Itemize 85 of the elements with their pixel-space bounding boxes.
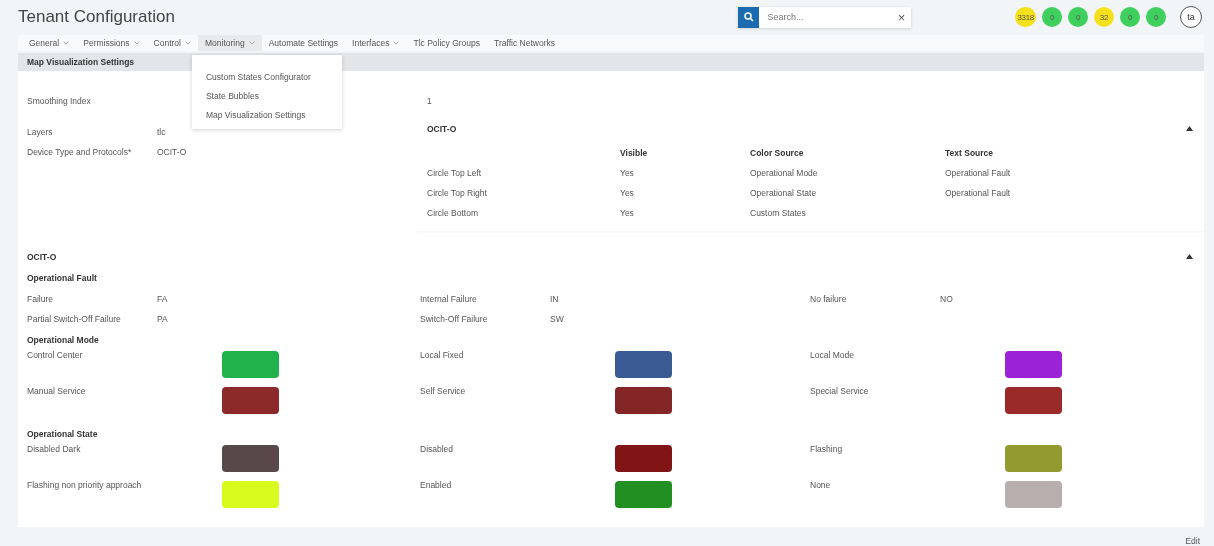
table-cell-text: Operational State [750,187,818,198]
nav-tab[interactable]: General [22,34,77,51]
clear-button[interactable]: × [891,9,912,25]
color-label: Local Mode [810,348,855,362]
color-label: Enabled [420,478,453,492]
code-label: Partial Switch-Off Failure [27,313,122,324]
panel-title: Map Visualization Settings [18,52,1204,71]
nav-tab[interactable]: Interfaces [345,34,407,51]
table-cell-text: Circle Top Right [427,187,488,198]
group-title: Operational Mode [27,334,99,345]
field-value: OCIT-O [157,146,187,157]
code-value: NO [940,293,953,304]
section-title: OCIT-O [27,251,57,262]
color-swatch[interactable] [615,386,672,414]
status-badge[interactable]: 0 [1068,7,1088,28]
table-cell-text: Custom States [750,207,807,218]
color-swatch[interactable] [222,386,279,414]
table-cell-text: Operational Fault [945,167,1012,178]
code-label: Failure [27,293,54,304]
column-header: Visible [620,147,649,158]
color-label: Control Center [27,348,84,362]
page-title: Tenant Configuration [18,7,176,28]
color-swatch[interactable] [1005,444,1062,472]
field-value: tlc [157,126,166,137]
nav-tab[interactable]: Monitoring [197,34,262,51]
code-label: Switch-Off Failure [420,313,489,324]
nav-tab[interactable]: Control [146,34,198,51]
field-value: 1 [427,95,432,106]
color-label: None [810,478,832,492]
nav-tab[interactable]: Permissions [76,34,147,51]
status-badge[interactable]: 3318 [1015,7,1036,28]
field-label: Device Type and Protocols* [27,146,133,157]
color-label: Local Fixed [420,348,465,362]
table-cell-text: Operational Mode [750,167,819,178]
code-label: Internal Failure [420,293,478,304]
nav-tab[interactable]: Traffic Networks [487,34,562,51]
code-label: No failure [810,293,848,304]
color-swatch[interactable] [1005,480,1062,508]
nav-tab[interactable]: Automate Settings [261,34,346,51]
color-swatch[interactable] [222,350,279,378]
search-icon [743,12,754,23]
color-swatch[interactable] [1005,350,1062,378]
color-swatch[interactable] [222,444,279,472]
status-badge[interactable]: 0 [1146,7,1166,28]
search-button[interactable] [738,6,760,28]
color-label: Flashing [810,442,844,456]
caret-icon[interactable] [1186,126,1193,132]
card-title: OCIT-O [427,123,457,134]
caret-icon[interactable] [1186,254,1193,260]
field-label: Layers [27,126,54,137]
color-label: Flashing non priority approach [27,478,143,492]
menu-item[interactable]: State Bubbles [191,86,342,106]
search-field[interactable]: Search... × [738,6,912,28]
color-label: Manual Service [27,384,87,398]
menu-item[interactable]: Map Visualization Settings [191,105,342,125]
nav-tab[interactable]: Tlc Policy Groups [406,34,488,51]
status-badge[interactable]: 0 [1042,7,1062,28]
color-swatch[interactable] [1005,386,1062,414]
user-avatar[interactable]: ta [1180,6,1202,29]
code-value: IN [550,293,559,304]
table-cell-text: Yes [620,187,635,198]
color-swatch[interactable] [615,480,672,508]
column-header: Color Source [750,147,805,158]
color-label: Self Service [420,384,467,398]
field-label: Smoothing Index [27,95,91,106]
status-badge[interactable]: 0 [1120,7,1140,28]
color-swatch[interactable] [222,480,279,508]
column-header: Text Source [945,147,995,158]
color-label: Special Service [810,384,870,398]
table-cell-text: Circle Bottom [427,207,479,218]
table-cell-text: Yes [620,207,635,218]
code-value: FA [157,293,168,304]
table-cell-text: Circle Top Left [427,167,483,178]
group-title: Operational Fault [27,272,97,283]
table-cell-text: Yes [620,167,635,178]
color-swatch[interactable] [615,444,672,472]
group-title: Operational State [27,428,98,439]
color-label: Disabled Dark [27,442,82,456]
code-value: PA [157,313,168,324]
color-label: Disabled [420,442,455,456]
edit-button[interactable]: Edit [1185,536,1200,546]
code-value: SW [550,313,564,324]
color-swatch[interactable] [615,350,672,378]
status-badge[interactable]: 32 [1094,7,1114,28]
table-cell-text: Operational Fault [945,187,1012,198]
